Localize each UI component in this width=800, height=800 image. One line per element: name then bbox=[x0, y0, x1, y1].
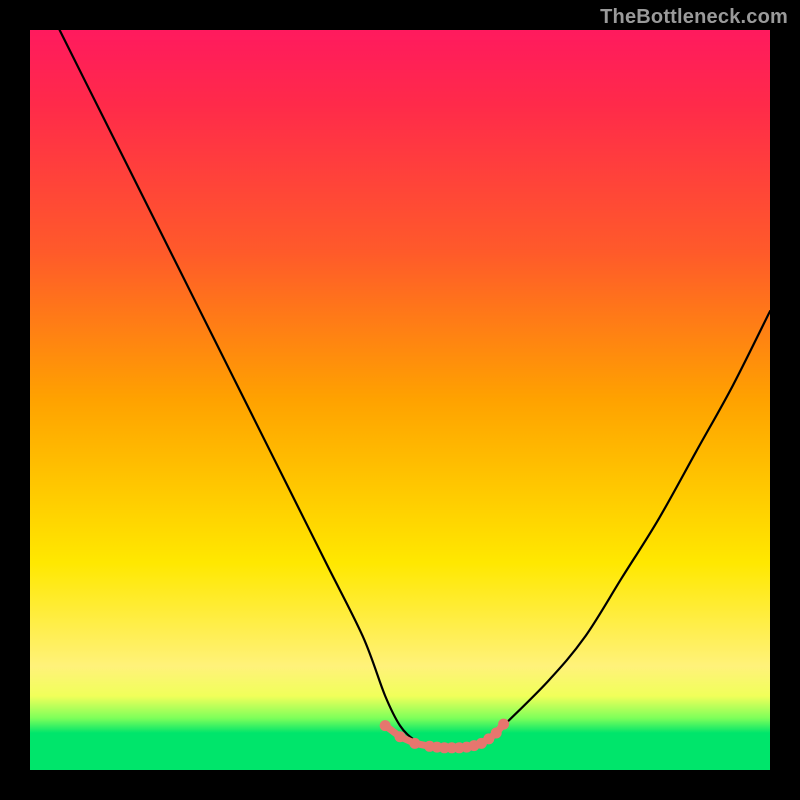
valley-dot bbox=[498, 719, 509, 730]
valley-dot bbox=[380, 720, 391, 731]
chart-frame: TheBottleneck.com bbox=[0, 0, 800, 800]
valley-dot bbox=[469, 740, 480, 751]
valley-dot bbox=[432, 742, 443, 753]
valley-dot bbox=[483, 733, 494, 744]
valley-dot bbox=[454, 742, 465, 753]
valley-dot bbox=[439, 742, 450, 753]
valley-dot bbox=[446, 742, 457, 753]
watermark-text: TheBottleneck.com bbox=[600, 6, 788, 29]
valley-connector bbox=[385, 724, 503, 748]
bottleneck-curve bbox=[30, 30, 770, 770]
valley-dot bbox=[409, 738, 420, 749]
curve-path bbox=[60, 30, 770, 748]
valley-dot bbox=[395, 731, 406, 742]
valley-dot bbox=[461, 742, 472, 753]
valley-dot bbox=[491, 728, 502, 739]
plot-area bbox=[30, 30, 770, 770]
valley-dot bbox=[476, 738, 487, 749]
valley-dot bbox=[424, 741, 435, 752]
valley-markers bbox=[380, 719, 509, 754]
